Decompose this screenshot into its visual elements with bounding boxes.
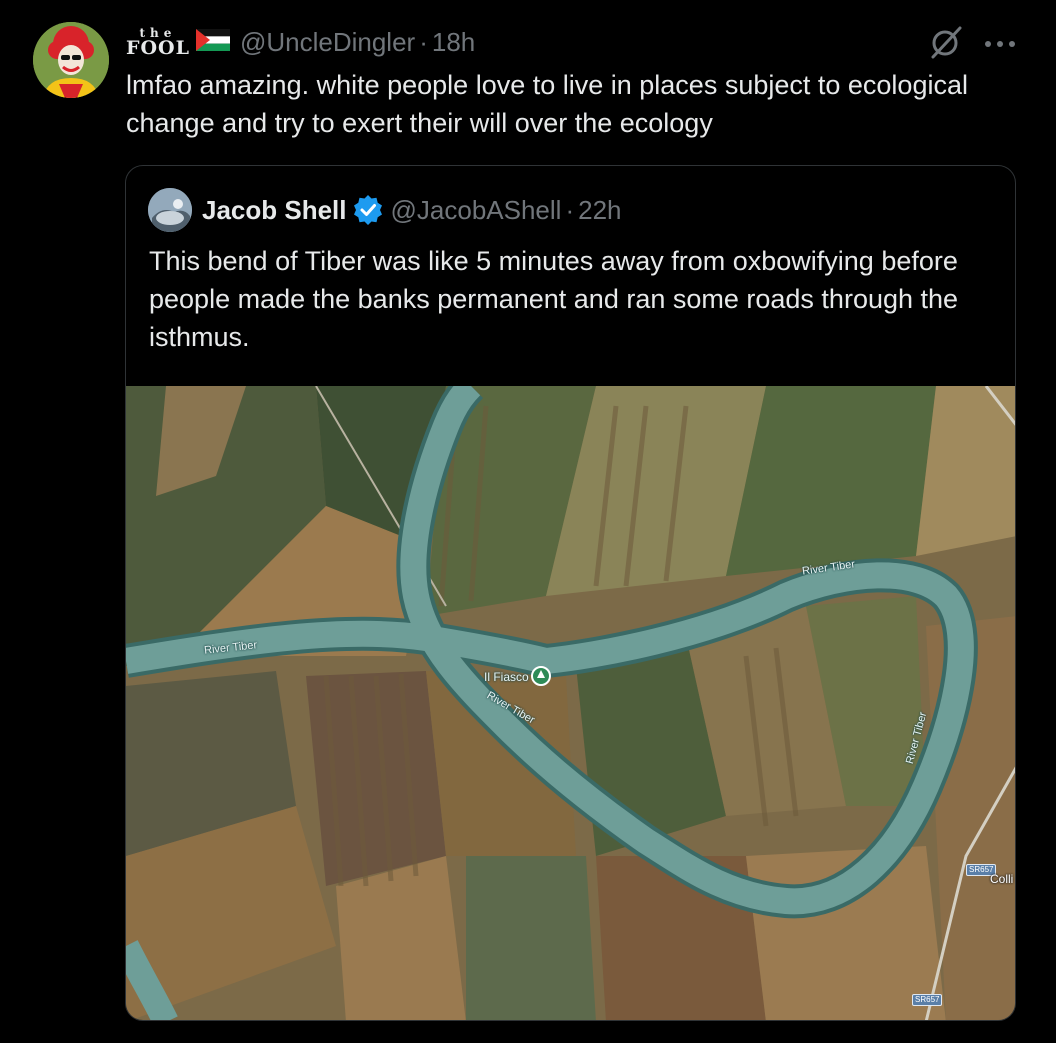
tweet-time[interactable]: 18h [432, 27, 475, 58]
user-avatar[interactable] [33, 22, 109, 98]
quote-text: This bend of Tiber was like 5 minutes aw… [149, 246, 959, 352]
header-separator: · [419, 26, 428, 57]
quote-header: Jacob Shell @JacobAShell · 22h [148, 188, 622, 232]
road-badge-2: SR657 [912, 994, 943, 1006]
quote-time[interactable]: 22h [578, 195, 621, 226]
grok-icon[interactable] [928, 24, 964, 65]
quote-handle[interactable]: @JacobAShell [391, 195, 562, 226]
quote-avatar[interactable] [148, 188, 192, 232]
user-handle[interactable]: @UncleDingler [240, 27, 415, 58]
display-name-big: FOOL [126, 36, 190, 59]
quote-display-name[interactable]: Jacob Shell [202, 195, 347, 226]
quote-separator: · [565, 194, 575, 225]
poi-label: Il Fiasco [484, 670, 529, 684]
tweet-text: lmfao amazing. white people love to live… [126, 70, 968, 138]
tweet-header: the FOOL @UncleDingler · 18h [126, 22, 475, 62]
quoted-tweet[interactable]: Jacob Shell @JacobAShell · 22h This bend… [125, 165, 1016, 1021]
satellite-map-image[interactable]: River Tiber River Tiber Il Fiasco River … [126, 373, 1015, 1020]
display-name[interactable]: the FOOL [126, 27, 190, 58]
verified-badge-icon [353, 195, 383, 225]
palestine-flag-icon [195, 27, 230, 58]
more-icon[interactable] [984, 36, 1016, 54]
place-label: Colli [990, 872, 1014, 886]
